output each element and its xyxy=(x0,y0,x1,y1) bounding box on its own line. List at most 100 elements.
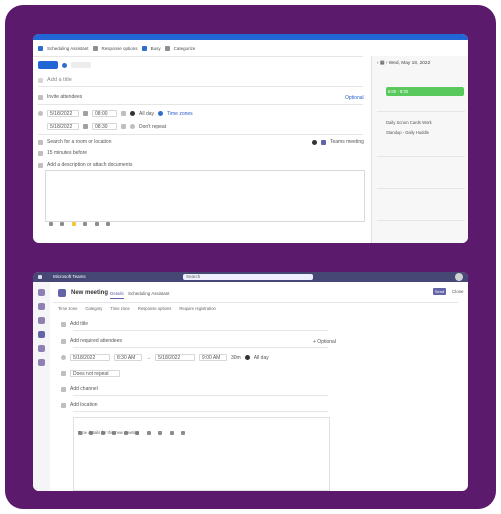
start-date-field[interactable]: 5/18/2022 xyxy=(47,110,79,117)
teams-location-input[interactable]: Add location xyxy=(70,402,98,408)
teams-allday-toggle[interactable] xyxy=(244,355,250,360)
teams-optional-link[interactable]: + Optional xyxy=(313,339,336,345)
chat-icon[interactable] xyxy=(38,303,45,310)
app-grid-icon[interactable] xyxy=(38,275,42,279)
ribbon-categorize[interactable]: Categorize xyxy=(174,46,196,51)
teams-channel-line xyxy=(73,395,328,396)
end-row: 5/18/2022 08:30 Don't repeat xyxy=(47,123,166,130)
teams-repeat-dropdown[interactable]: Does not repeat xyxy=(70,370,120,377)
teams-end-date[interactable]: 5/18/2022 xyxy=(155,354,195,361)
calls-icon[interactable] xyxy=(38,345,45,352)
send-button[interactable]: Send xyxy=(433,288,446,295)
tag-icon xyxy=(164,46,170,51)
teams-title-icon xyxy=(61,321,66,327)
calendar-nav-icon[interactable]: ‹ ▦ › xyxy=(377,61,387,66)
teams-start-time[interactable]: 8:30 AM xyxy=(114,354,142,361)
end-date-field[interactable]: 5/18/2022 xyxy=(47,123,79,130)
title-row: Add a title xyxy=(38,77,72,83)
ribbon-response[interactable]: Response options xyxy=(102,46,138,51)
teams-avatar[interactable] xyxy=(455,273,463,281)
body-input[interactable]: Add a description or attach documents xyxy=(47,162,132,168)
calendar-line-3 xyxy=(377,188,465,189)
calendar-event-chip[interactable]: 8:00 - 8:30 xyxy=(386,87,464,96)
teams-channel-row: Add channel xyxy=(61,386,98,392)
tab-details-underline xyxy=(110,298,124,299)
start-time-value: 08:00 xyxy=(95,110,108,117)
teams-title-line xyxy=(73,330,328,331)
calendar-header: ‹ ▦ › Wed, May 18, 2022 xyxy=(377,61,430,66)
teams-end-time[interactable]: 9:00 AM xyxy=(199,354,227,361)
allday-toggle[interactable] xyxy=(130,111,135,116)
calendar-item-0[interactable]: Daily Scrum Cards Work xyxy=(386,120,432,125)
teams-end-time-value: 9:00 AM xyxy=(202,354,221,361)
teams-date-row: 5/18/2022 8:30 AM → 5/18/2022 9:00 AM 30… xyxy=(61,354,269,361)
save-button[interactable] xyxy=(38,61,58,69)
teams-channel-icon xyxy=(61,386,66,392)
location-input[interactable]: Search for a room or location xyxy=(47,139,111,145)
end-time-arrow-icon xyxy=(121,124,126,129)
tab-scheduling[interactable]: Scheduling Assistant xyxy=(128,291,170,296)
teams-toggle[interactable] xyxy=(312,139,317,145)
title-input[interactable]: Add a title xyxy=(47,77,72,83)
allday-label: All day xyxy=(139,110,155,117)
teams-app-title: Microsoft Teams xyxy=(53,274,86,279)
invite-input[interactable]: Invite attendees xyxy=(47,94,82,100)
subbar-item-1[interactable]: Category xyxy=(85,306,102,311)
ribbon-scheduling[interactable]: Scheduling Assistant xyxy=(47,46,89,51)
end-time-field[interactable]: 08:30 xyxy=(92,123,117,130)
teams-search-input[interactable]: Search xyxy=(183,274,313,280)
subbar-item-3[interactable]: Response options xyxy=(138,306,172,311)
person-icon xyxy=(38,94,43,100)
picture-icon[interactable] xyxy=(60,222,65,226)
teams-attendees-row: Add required attendees xyxy=(61,338,122,344)
calendar-line-2 xyxy=(377,156,465,157)
outlook-event-window: Scheduling Assistant Response options Bu… xyxy=(33,34,468,243)
teams-date-icon xyxy=(61,355,66,360)
teams-start-date[interactable]: 5/18/2022 xyxy=(70,354,110,361)
start-date-icon xyxy=(83,111,88,116)
text-color-icon[interactable] xyxy=(83,222,88,226)
teams-body-editor[interactable]: Type details for this new meeting xyxy=(73,417,330,491)
start-time-field[interactable]: 08:00 xyxy=(92,110,117,117)
reminder-dropdown[interactable]: 15 minutes before xyxy=(47,150,87,156)
repeat-icon xyxy=(130,124,135,129)
teams-channel-input[interactable]: Add channel xyxy=(70,386,98,392)
send-button-label: Send xyxy=(434,289,445,294)
attach-icon[interactable] xyxy=(106,222,111,226)
calendar-pane: ‹ ▦ › Wed, May 18, 2022 8:00 - 8:30 Dail… xyxy=(371,56,468,243)
start-time-arrow-icon xyxy=(121,111,126,116)
close-button[interactable]: Close xyxy=(452,289,464,294)
teams-attendees-line xyxy=(73,347,328,348)
teams-title-input[interactable]: Add title xyxy=(70,321,88,327)
teams-attendees-input[interactable]: Add required attendees xyxy=(70,338,122,344)
discard-button[interactable] xyxy=(71,62,91,68)
title-underline xyxy=(38,86,363,87)
subbar-item-2[interactable]: Time zone xyxy=(110,306,129,311)
time-divider xyxy=(38,134,363,135)
optional-link[interactable]: Optional xyxy=(345,95,364,101)
tab-details[interactable]: Details xyxy=(110,291,124,296)
calendar-item-1[interactable]: Standup - Daily Huddle xyxy=(386,130,429,135)
highlight-icon[interactable] xyxy=(71,222,76,226)
teams-location-line xyxy=(73,411,328,412)
repeat-dropdown[interactable]: Don't repeat xyxy=(139,124,166,130)
bold-icon[interactable] xyxy=(49,222,53,226)
calendar-icon[interactable] xyxy=(38,331,45,338)
ribbon-busy[interactable]: Busy xyxy=(151,46,161,51)
teams-icon[interactable] xyxy=(38,317,45,324)
teams-body-placeholder: Type details for this new meeting xyxy=(78,430,139,435)
end-time-value: 08:30 xyxy=(95,123,108,130)
timezone-link[interactable]: Time zones xyxy=(167,111,193,117)
files-icon[interactable] xyxy=(38,359,45,366)
teams-table-icon[interactable] xyxy=(169,431,174,435)
activity-icon[interactable] xyxy=(38,289,45,296)
subbar-item-0[interactable]: Time zone xyxy=(58,306,77,311)
meeting-title: New meeting xyxy=(71,290,109,296)
teams-label: Teams meeting xyxy=(330,139,364,145)
link-icon[interactable] xyxy=(94,222,99,226)
teams-list-icon[interactable] xyxy=(146,431,151,435)
teams-link-icon[interactable] xyxy=(158,431,163,435)
location-row: Search for a room or location xyxy=(38,139,111,145)
teams-undo-icon[interactable] xyxy=(181,431,186,435)
subbar-item-4[interactable]: Require registration xyxy=(179,306,216,311)
